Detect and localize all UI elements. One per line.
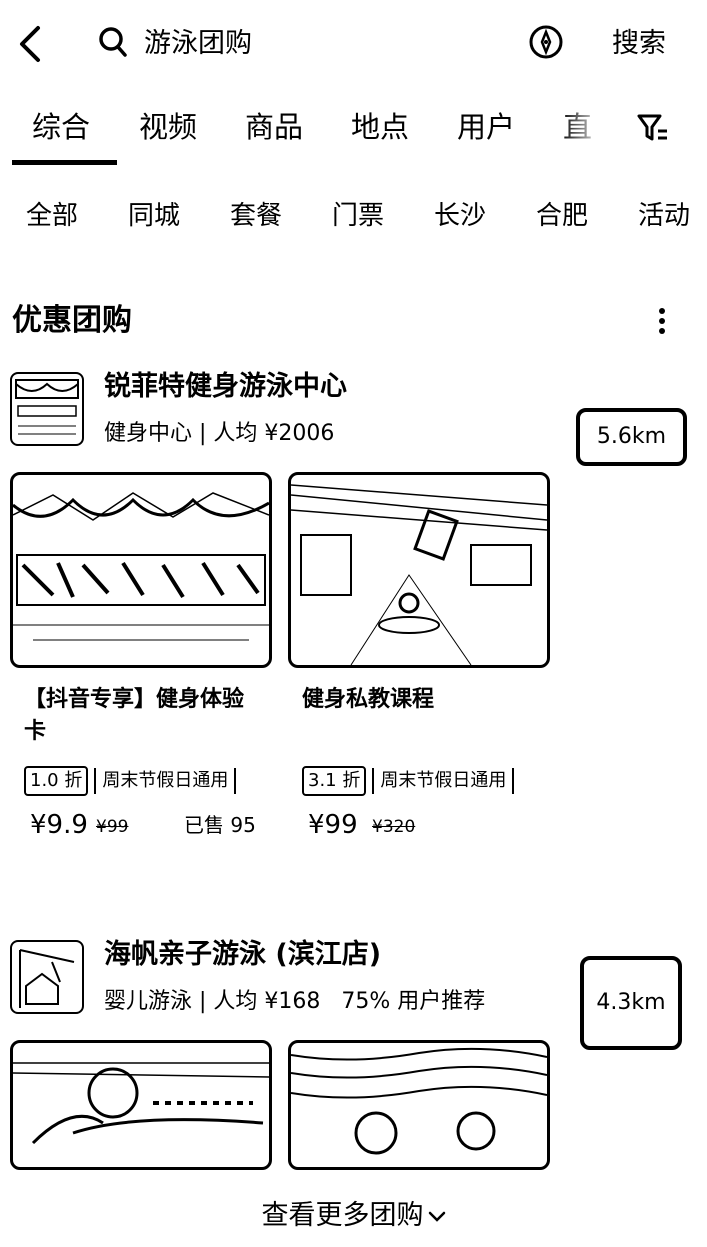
chip-all[interactable]: 全部 <box>26 196 78 236</box>
back-chevron-icon[interactable] <box>14 24 50 64</box>
shop-category-price: 婴儿游泳 | 人均 ¥168 <box>104 989 321 1014</box>
discount-badge: 3.1 折 <box>302 766 367 796</box>
deal-tags: 3.1 折 周末节假日通用 <box>302 766 515 796</box>
chip-hefei[interactable]: 合肥 <box>536 196 588 236</box>
chip-package[interactable]: 套餐 <box>230 196 282 236</box>
shop-meta: 健身中心 | 人均 ¥2006 <box>104 421 335 446</box>
original-price: ¥320 <box>372 817 416 837</box>
search-icon <box>99 27 127 57</box>
distance-badge: 5.6km <box>576 408 687 466</box>
deal-title[interactable]: 健身私教课程 <box>302 684 542 716</box>
search-button[interactable]: 搜索 <box>612 24 666 64</box>
chip-changsha[interactable]: 长沙 <box>434 196 486 236</box>
shop-meta: 婴儿游泳 | 人均 ¥168 75% 用户推荐 <box>104 986 485 1018</box>
recommend-rate: 75% 用户推荐 <box>341 989 486 1014</box>
chip-tickets[interactable]: 门票 <box>332 196 384 236</box>
more-vertical-icon[interactable] <box>650 306 674 336</box>
compass-icon[interactable] <box>528 24 564 60</box>
section-title: 优惠团购 <box>12 303 132 338</box>
sold-count: 已售 95 <box>184 813 256 837</box>
chip-activity[interactable]: 活动 <box>638 196 690 236</box>
deal-photo[interactable] <box>10 1040 272 1170</box>
search-input[interactable]: 游泳团购 <box>144 24 252 64</box>
deal-photo[interactable] <box>288 1040 550 1170</box>
deal-tags: 1.0 折 周末节假日通用 <box>24 766 237 796</box>
shop-thumbnail[interactable] <box>10 940 84 1014</box>
tab-products[interactable]: 商品 <box>245 104 303 150</box>
tab-users[interactable]: 用户 <box>457 104 515 150</box>
deal-price: ¥9.9 <box>30 810 88 840</box>
tab-places[interactable]: 地点 <box>351 104 409 150</box>
deal-photo[interactable] <box>288 472 550 668</box>
usage-tag: 周末节假日通用 <box>372 768 515 794</box>
usage-tag: 周末节假日通用 <box>94 768 237 794</box>
deal-title[interactable]: 【抖音专享】健身体验卡 <box>24 684 264 748</box>
tabs-fade-overlay <box>560 104 612 154</box>
shop-name[interactable]: 海帆亲子游泳 (滨江店) <box>104 936 381 974</box>
filter-icon[interactable] <box>636 112 670 144</box>
view-more-deals-link[interactable]: 查看更多团购 <box>0 1196 707 1236</box>
deal-photo[interactable] <box>10 472 272 668</box>
chevron-down-icon <box>428 1211 445 1222</box>
shop-name[interactable]: 锐菲特健身游泳中心 <box>104 368 347 406</box>
original-price: ¥99 <box>96 817 129 837</box>
active-tab-indicator <box>12 160 117 165</box>
discount-badge: 1.0 折 <box>24 766 89 796</box>
tab-comprehensive[interactable]: 综合 <box>32 104 90 150</box>
deal-price: ¥99 <box>308 810 358 840</box>
shop-thumbnail[interactable] <box>10 372 84 446</box>
distance-badge: 4.3km <box>580 956 682 1050</box>
chip-same-city[interactable]: 同城 <box>128 196 180 236</box>
tab-videos[interactable]: 视频 <box>139 104 197 150</box>
view-more-label: 查看更多团购 <box>261 1200 424 1231</box>
